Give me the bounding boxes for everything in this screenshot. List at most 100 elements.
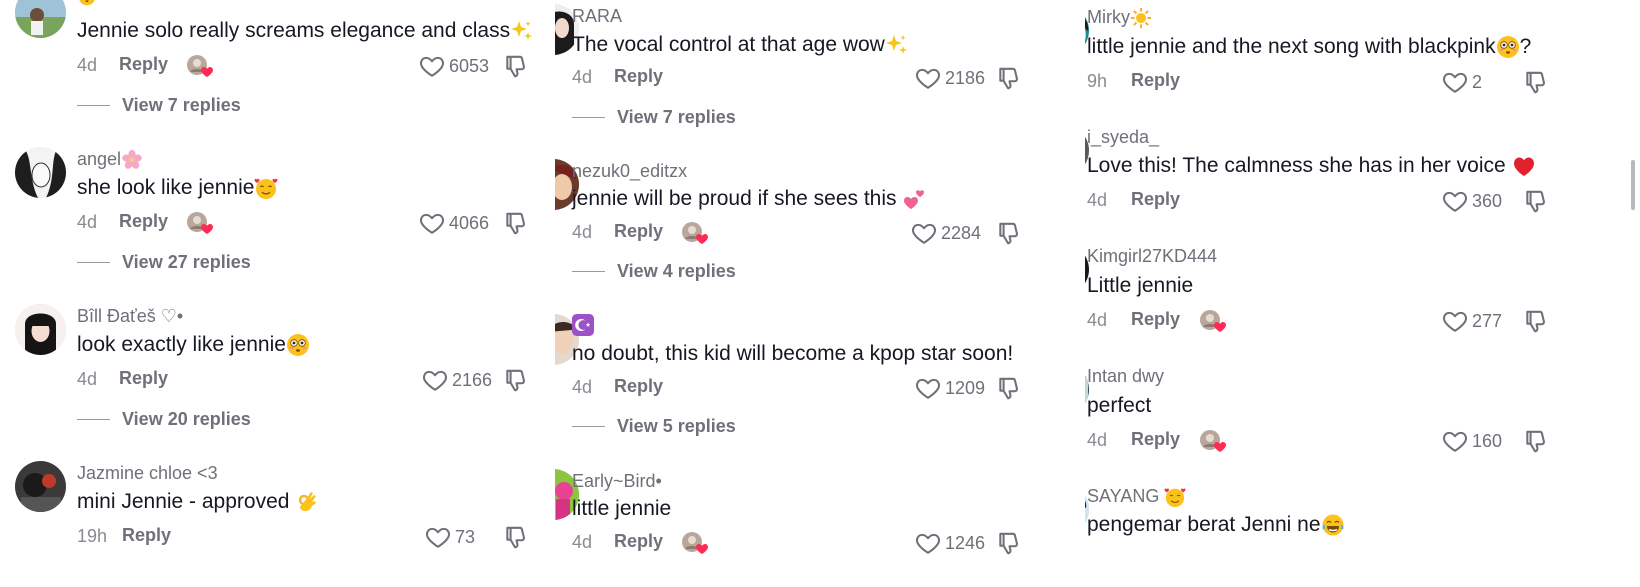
comments-panel-1: Jennie solo really screams elegance and … — [0, 0, 555, 587]
divider-line — [77, 418, 110, 420]
username[interactable]: RARA — [572, 5, 622, 27]
like-count: 360 — [1472, 190, 1503, 211]
username[interactable]: Early~Bird• — [572, 470, 662, 492]
comment-text: mini Jennie - approved — [77, 489, 319, 515]
comment-meta: 4d Reply 4066 — [77, 210, 555, 236]
avatar[interactable] — [15, 304, 66, 355]
like-button[interactable]: 1246 — [915, 530, 985, 556]
star-and-crescent-icon — [572, 314, 594, 336]
view-replies-button[interactable]: View 7 replies — [77, 93, 241, 117]
sun-icon — [1130, 7, 1152, 29]
like-button[interactable]: 4066 — [419, 210, 489, 236]
reply-button[interactable]: Reply — [1131, 70, 1180, 91]
like-count: 1209 — [945, 377, 986, 398]
like-button[interactable]: 277 — [1442, 308, 1502, 334]
username[interactable]: angel — [77, 148, 143, 171]
avatar[interactable] — [15, 461, 66, 512]
comment-meta: 4d Reply 2166 — [77, 367, 555, 393]
like-button[interactable]: 2 — [1442, 69, 1482, 95]
divider-line — [572, 270, 605, 272]
comment-meta: 4d Reply 160 — [1087, 428, 1640, 454]
reply-button[interactable]: Reply — [1131, 309, 1180, 330]
dislike-icon[interactable] — [503, 524, 529, 550]
comment-time: 4d — [572, 222, 593, 242]
reply-button[interactable]: Reply — [1131, 429, 1180, 450]
comment-text: pengemar berat Jenni ne — [1087, 512, 1345, 538]
comment-time: 4d — [1087, 310, 1108, 330]
like-count: 160 — [1472, 430, 1503, 451]
reply-button[interactable]: Reply — [614, 531, 663, 552]
view-replies-label: View 5 replies — [617, 415, 736, 436]
dislike-icon[interactable] — [996, 220, 1022, 246]
comments-panel-3: Mirky little jennie and the next song wi… — [1085, 0, 1640, 587]
reply-button[interactable]: Reply — [1131, 189, 1180, 210]
comment-meta: 4d Reply 277 — [1087, 308, 1640, 334]
reply-button[interactable]: Reply — [614, 376, 663, 397]
heart-icon — [1442, 308, 1468, 334]
view-replies-button[interactable]: View 27 replies — [77, 250, 251, 274]
like-button[interactable]: 360 — [1442, 188, 1502, 214]
view-replies-label: View 27 replies — [122, 251, 251, 272]
heart-icon — [1442, 69, 1468, 95]
avatar[interactable] — [15, 0, 66, 38]
username[interactable]: Bîll Ðaťeš ♡• — [77, 305, 183, 327]
username[interactable]: Mirky — [1087, 6, 1152, 29]
reply-button[interactable]: Reply — [119, 211, 168, 232]
dislike-icon[interactable] — [1523, 428, 1549, 454]
dislike-icon[interactable] — [996, 530, 1022, 556]
comment-meta: 4d Reply 1246 — [572, 530, 1085, 556]
username[interactable]: Jazmine chloe <3 — [77, 462, 218, 484]
reply-button[interactable]: Reply — [614, 221, 663, 242]
like-count: 2284 — [941, 222, 982, 243]
dislike-icon[interactable] — [996, 375, 1022, 401]
view-replies-button[interactable]: View 7 replies — [572, 105, 736, 129]
heart-icon — [1442, 188, 1468, 214]
partial-emoji-icon — [78, 0, 96, 6]
view-replies-button[interactable]: View 20 replies — [77, 407, 251, 431]
dislike-icon[interactable] — [503, 210, 529, 236]
divider-line — [572, 116, 605, 118]
comment-text: perfect — [1087, 394, 1152, 417]
view-replies-button[interactable]: View 4 replies — [572, 259, 736, 283]
comment-text: jennie will be proud if she sees this — [572, 186, 926, 212]
liked-by-creator-icon — [185, 53, 215, 79]
liked-by-creator-icon — [680, 220, 710, 246]
dislike-icon[interactable] — [503, 53, 529, 79]
like-button[interactable]: 2166 — [422, 367, 492, 393]
like-count: 4066 — [449, 212, 490, 233]
view-replies-button[interactable]: View 5 replies — [572, 414, 736, 438]
like-button[interactable]: 6053 — [419, 53, 489, 79]
sparkles-icon — [885, 33, 909, 57]
reply-button[interactable]: Reply — [614, 66, 663, 87]
dislike-icon[interactable] — [1523, 69, 1549, 95]
cherry-blossom-icon — [121, 149, 143, 171]
username[interactable]: Intan dwy — [1087, 365, 1164, 387]
like-button[interactable]: 160 — [1442, 428, 1502, 454]
username[interactable]: i_syeda_ — [1087, 126, 1159, 148]
smiling-face-with-hearts-icon — [254, 176, 278, 200]
username[interactable]: nezuk0_editzx — [572, 160, 687, 182]
reply-button[interactable]: Reply — [119, 54, 168, 75]
scrollbar[interactable] — [1631, 160, 1635, 210]
dislike-icon[interactable] — [1523, 308, 1549, 334]
like-button[interactable]: 73 — [425, 524, 475, 550]
comment-text: no doubt, this kid will become a kpop st… — [572, 342, 1014, 365]
like-button[interactable]: 2186 — [915, 65, 985, 91]
dislike-icon[interactable] — [996, 65, 1022, 91]
avatar[interactable] — [15, 147, 66, 198]
reply-button[interactable]: Reply — [122, 525, 171, 546]
smiling-face-with-hearts-icon — [1164, 486, 1186, 508]
dislike-icon[interactable] — [1523, 188, 1549, 214]
reply-button[interactable]: Reply — [119, 368, 168, 389]
username[interactable]: Kimgirl27KD444 — [1087, 245, 1217, 267]
liked-by-creator-icon — [1198, 308, 1228, 334]
liked-by-creator-icon — [680, 530, 710, 556]
username[interactable]: SAYANG — [1087, 485, 1186, 508]
like-button[interactable]: 1209 — [915, 375, 985, 401]
dislike-icon[interactable] — [503, 367, 529, 393]
comment-meta: 4d Reply 2186 — [572, 65, 1085, 91]
comment-text: she look like jennie — [77, 175, 278, 201]
comment-time: 4d — [77, 55, 98, 75]
view-replies-label: View 20 replies — [122, 408, 251, 429]
like-button[interactable]: 2284 — [911, 220, 981, 246]
